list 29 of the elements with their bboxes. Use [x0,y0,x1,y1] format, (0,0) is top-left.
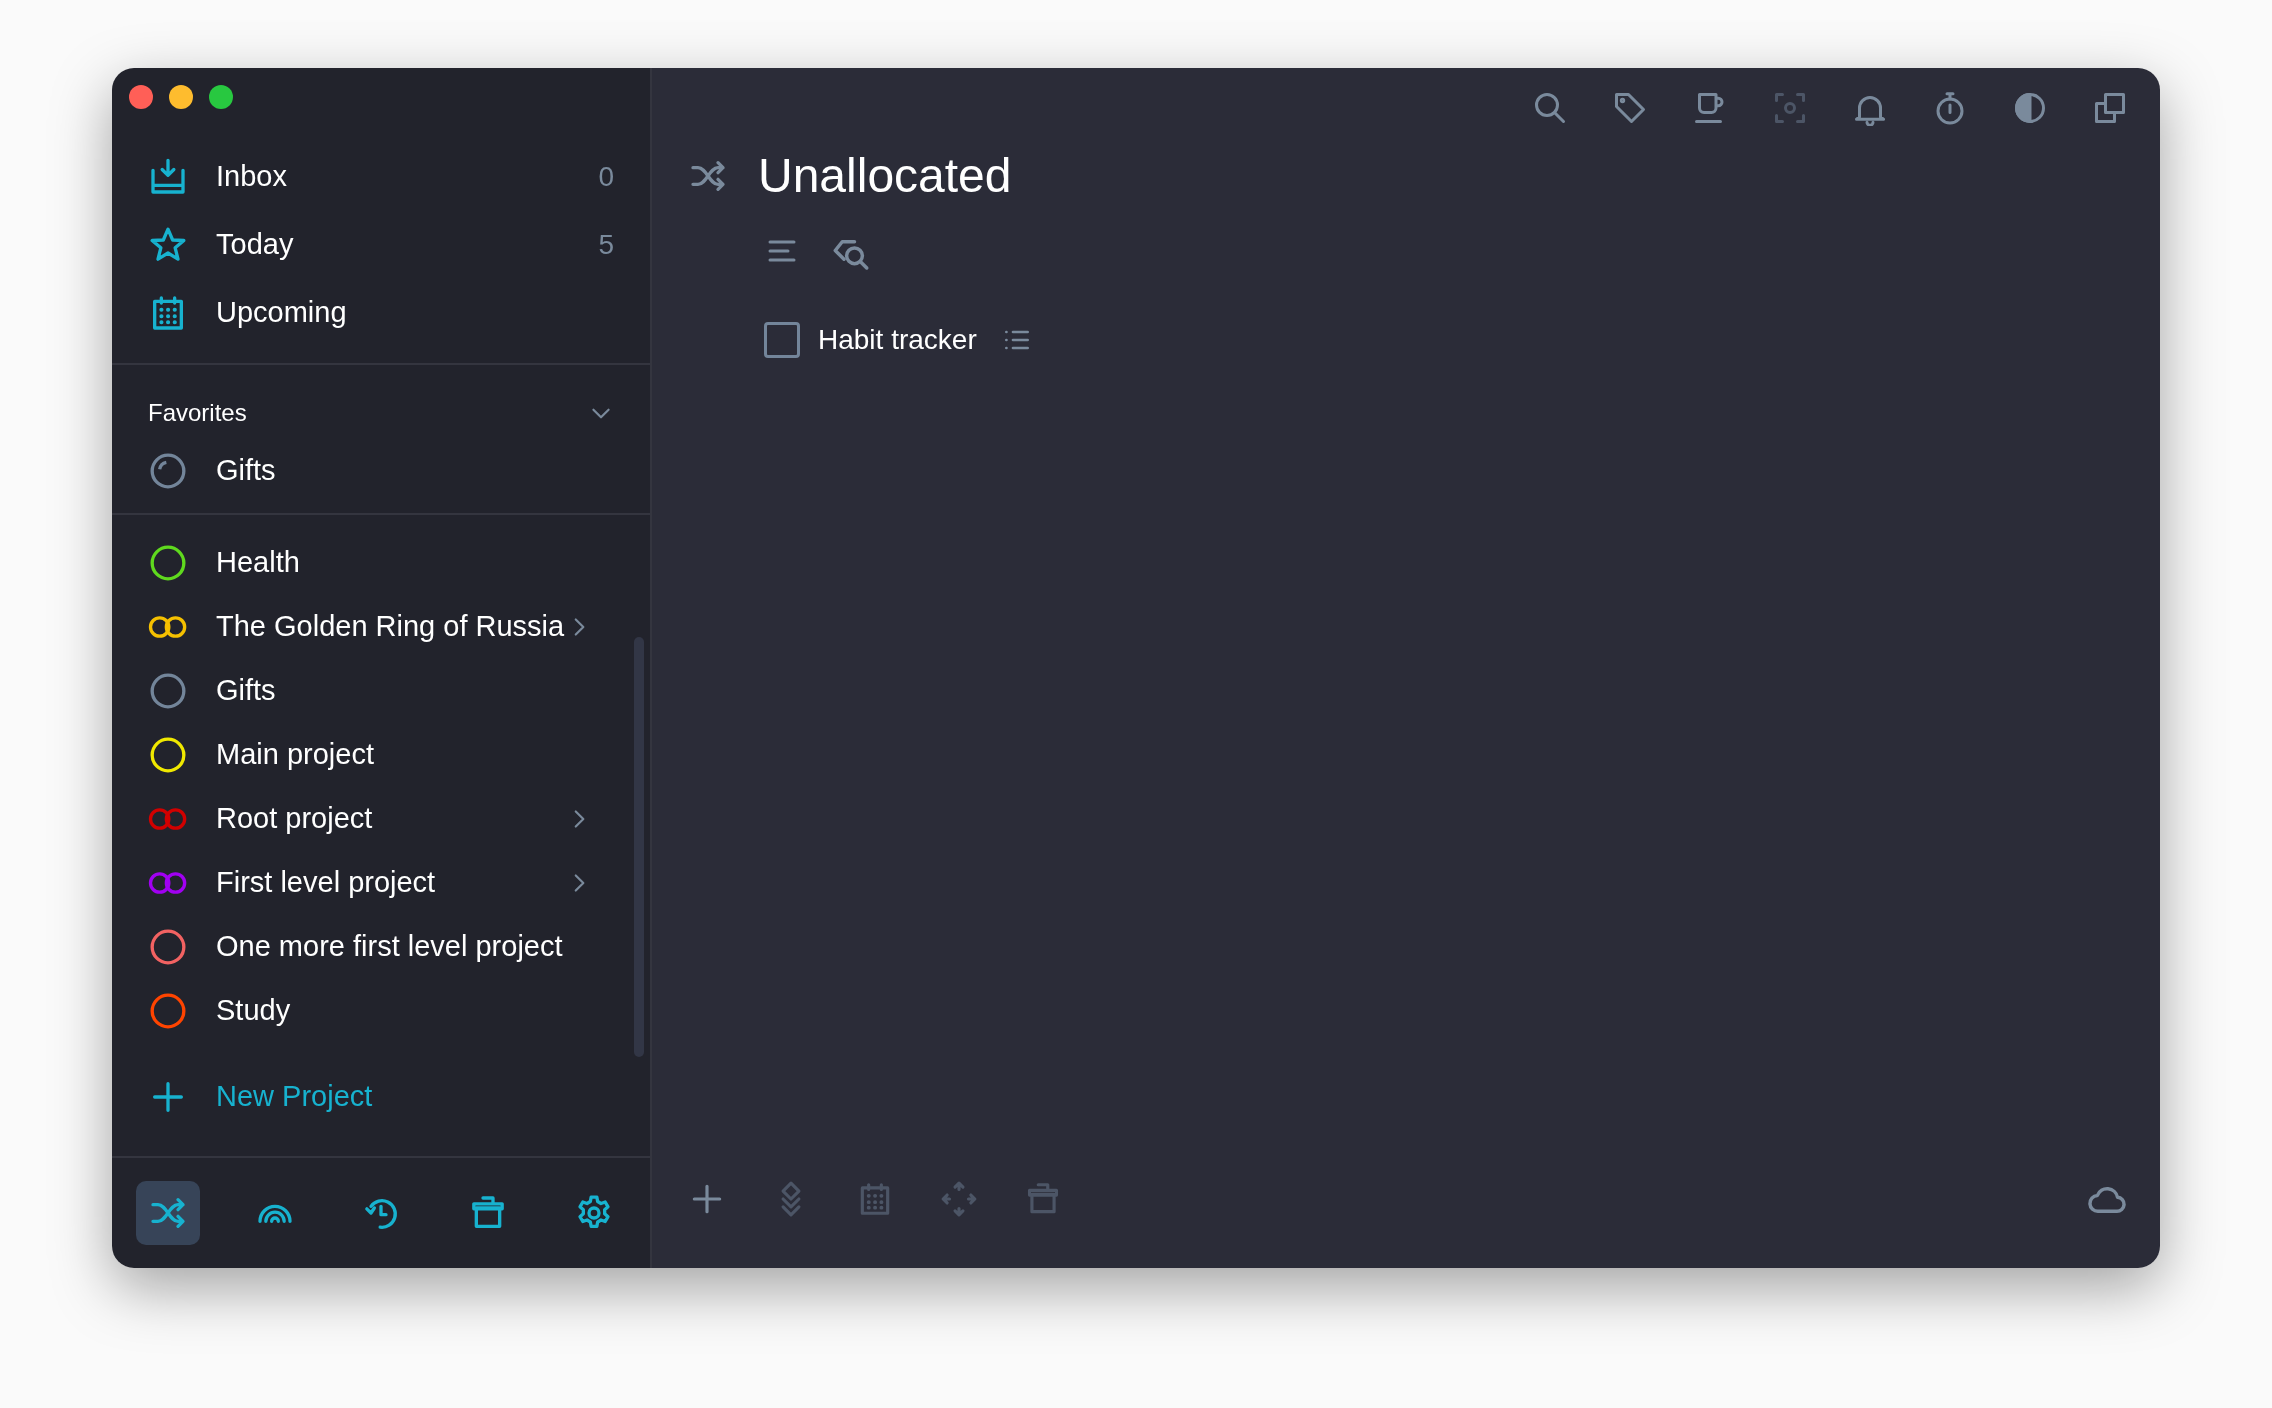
nav-item[interactable]: Today [216,223,294,267]
minimize-button[interactable] [169,85,193,109]
nav-item[interactable]: Upcoming [216,291,347,335]
project-item[interactable]: Root project [216,797,373,841]
project-item[interactable]: Gifts [216,449,276,493]
copy-icon[interactable] [2092,90,2128,126]
section-title: Favorites [148,398,247,428]
shuffle-button[interactable] [136,1181,200,1245]
zoom-button[interactable] [209,85,233,109]
project-item[interactable]: First level project [216,861,436,905]
page-title: Unallocated [758,150,1012,203]
scrollbar[interactable] [634,637,644,1057]
project-item[interactable]: Health [216,541,300,585]
task-title[interactable]: Habit tracker [818,318,977,361]
project-item[interactable]: One more first level project [216,925,563,969]
search-icon[interactable] [1532,90,1568,126]
project-item[interactable]: Study [216,989,291,1033]
inbox-icon [148,157,188,197]
item-count: 0 [598,160,614,194]
project-item[interactable]: The Golden Ring of Russia [216,605,565,649]
contrast-icon[interactable] [2012,90,2048,126]
checkbox[interactable] [764,321,800,358]
project-item[interactable]: Gifts [216,669,276,713]
new-project-link[interactable]: New Project [216,1075,373,1119]
item-count: 5 [598,228,614,262]
close-button[interactable] [129,85,153,109]
project-item[interactable]: Main project [216,733,374,777]
nav-item[interactable]: Inbox [216,155,287,199]
tag-icon[interactable] [1612,90,1648,126]
